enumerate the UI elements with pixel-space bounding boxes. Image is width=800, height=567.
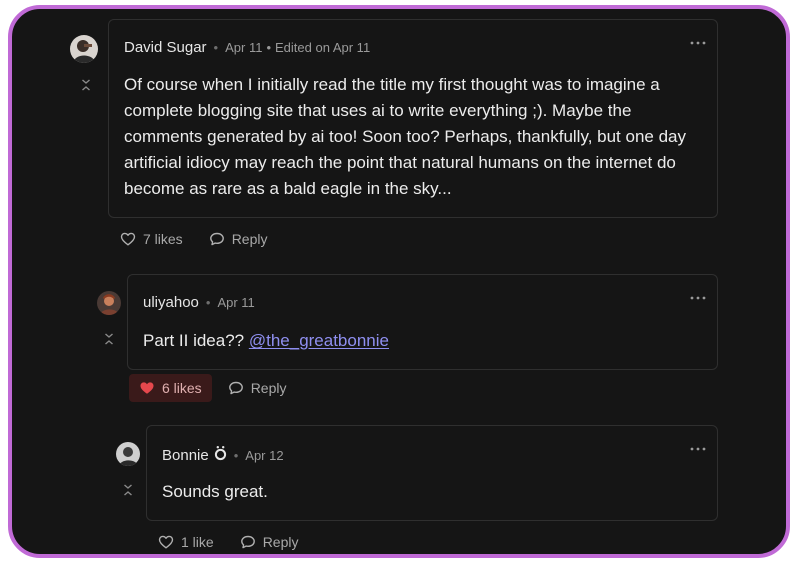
speech-bubble-icon [209,232,224,246]
collapse-chevrons-icon [82,79,90,91]
collapse-thread-button[interactable] [78,77,94,93]
avatar-photo-icon [116,442,140,466]
likes-count: 1 like [181,534,214,550]
comment-meta: uliyahoo • Apr 11 [143,294,255,311]
reply-button[interactable]: Reply [209,231,268,247]
reply-label: Reply [231,231,268,247]
speech-bubble-icon [228,381,243,395]
comment-body: Part II idea?? @the_greatbonnie [143,328,703,354]
comment-card [146,425,718,521]
avatar[interactable] [116,442,140,466]
comments-thread: David Sugar • Apr 11 • Edited on Apr 11 … [8,5,790,558]
likes-count: 7 likes [143,231,183,247]
comment-date[interactable]: Apr 11 [225,40,262,55]
separator-dot: • [205,295,211,310]
reply-button[interactable]: Reply [240,534,299,550]
heart-outline-icon [158,535,174,549]
ellipsis-icon [690,296,706,300]
author-name[interactable]: Bonnie [162,447,209,464]
comment-actions: 7 likes Reply [120,231,267,247]
founder-badge-icon [214,445,227,466]
avatar-photo-icon [70,35,98,63]
separator-dot: • [213,40,219,55]
separator-dot: • [233,448,239,463]
reply-label: Reply [250,380,287,396]
comment-meta: Bonnie • Apr 12 [162,445,284,466]
ellipsis-icon [690,447,706,451]
avatar[interactable] [97,291,121,315]
more-options-button[interactable] [688,37,708,49]
comment-body: Sounds great. [162,482,268,501]
comment-body-text: Part II idea?? [143,331,249,350]
comment-meta: David Sugar • Apr 11 • Edited on Apr 11 [124,39,370,56]
collapse-thread-button[interactable] [120,482,136,498]
edited-label: Edited on Apr 11 [275,40,371,55]
comment-body-line: complete blogging site that uses ai to w… [124,101,632,120]
likes-count: 6 likes [162,380,202,396]
collapse-thread-button[interactable] [101,331,117,347]
more-options-button[interactable] [688,292,708,304]
reply-label: Reply [262,534,299,550]
like-button[interactable]: 7 likes [120,231,183,247]
heart-filled-icon [140,382,154,394]
comment-body-line: Of course when I initially read the titl… [124,75,660,94]
comment-actions: 6 likes Reply [129,374,287,402]
author-name[interactable]: David Sugar [124,39,207,56]
comment-body-line: artificial idiocy may reach the point th… [124,153,676,172]
comment-body: Of course when I initially read the titl… [124,72,709,202]
collapse-chevrons-icon [105,333,113,345]
comment-card [127,274,718,370]
like-button[interactable]: 6 likes [129,374,212,402]
comment-body-line: become as rare as a bald eagle in the sk… [124,179,452,198]
collapse-chevrons-icon [124,484,132,496]
speech-bubble-icon [240,535,255,549]
heart-outline-icon [120,232,136,246]
comment-actions: 1 like Reply [158,534,298,550]
like-button[interactable]: 1 like [158,534,214,550]
avatar-photo-icon [97,291,121,315]
comment-date[interactable]: Apr 12 [245,448,283,463]
avatar[interactable] [70,35,98,63]
comment-date[interactable]: Apr 11 [217,295,254,310]
author-name[interactable]: uliyahoo [143,294,199,311]
comment-body-line: comments generated by ai too! Soon too? … [124,127,686,146]
separator-dot: • [266,40,272,55]
more-options-button[interactable] [688,443,708,455]
user-mention-link[interactable]: @the_greatbonnie [249,331,389,350]
ellipsis-icon [690,41,706,45]
reply-button[interactable]: Reply [228,380,287,396]
